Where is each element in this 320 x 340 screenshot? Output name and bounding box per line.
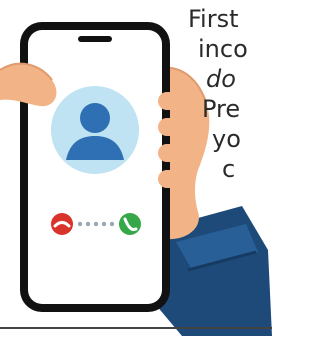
instruction-line: First <box>188 5 239 33</box>
phone-accept-icon[interactable] <box>119 213 141 235</box>
instruction-line: c <box>222 155 236 183</box>
instruction-line: Pre <box>202 95 241 123</box>
bottom-divider <box>0 327 272 329</box>
instruction-line: inco <box>198 35 248 63</box>
instruction-line: do <box>206 65 236 93</box>
instruction-text: First inco do Pre yo c <box>188 4 272 184</box>
instruction-line: yo <box>212 125 241 153</box>
user-avatar-icon <box>51 86 139 174</box>
phone-decline-icon[interactable] <box>51 213 73 235</box>
